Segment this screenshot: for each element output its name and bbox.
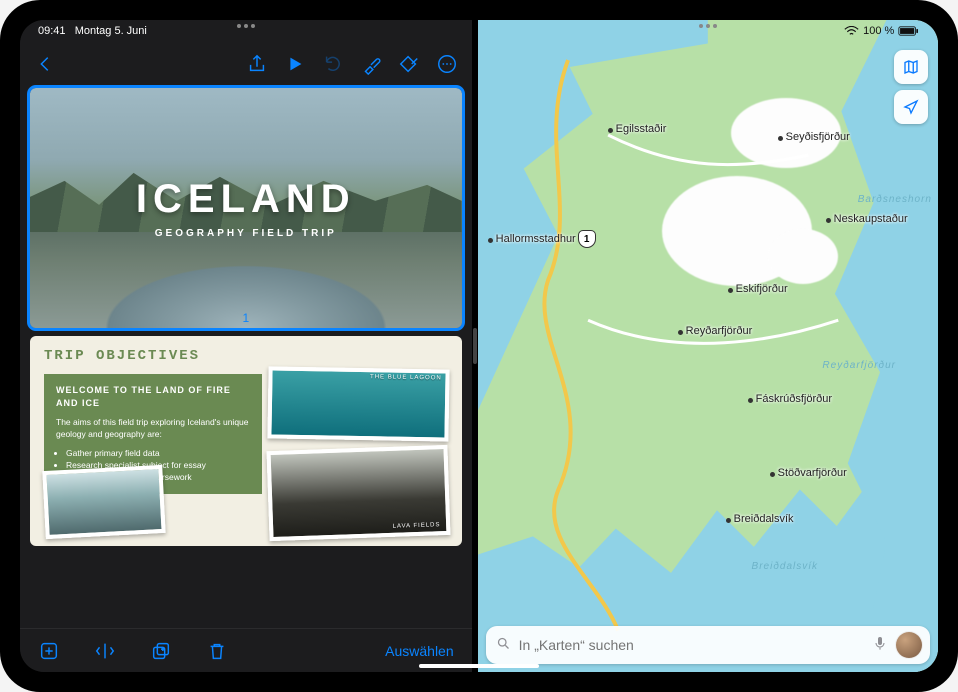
photo-blue-lagoon: THE BLUE LAGOON xyxy=(268,366,451,441)
dictate-icon[interactable] xyxy=(872,635,888,656)
slide1-subtitle: GEOGRAPHY FIELD TRIP xyxy=(155,228,337,239)
locate-me-button[interactable] xyxy=(894,90,928,124)
map-search-bar[interactable] xyxy=(486,626,930,664)
slide-2[interactable]: TRIP OBJECTIVES WELCOME TO THE LAND OF F… xyxy=(30,336,462,546)
keynote-toolbar xyxy=(20,44,472,84)
city-label[interactable] xyxy=(748,398,753,403)
city-label[interactable] xyxy=(770,472,775,477)
route-shield: 1 xyxy=(578,230,596,248)
multitask-pill-left[interactable] xyxy=(237,24,255,28)
slide2-welcome: WELCOME TO THE LAND OF FIRE AND ICE xyxy=(56,384,250,410)
select-button[interactable]: Auswählen xyxy=(385,643,454,659)
slide2-intro: The aims of this field trip exploring Ic… xyxy=(56,416,250,441)
play-icon[interactable] xyxy=(284,53,306,75)
slide1-number: 1 xyxy=(236,311,255,325)
slide-navigator[interactable]: ICELAND GEOGRAPHY FIELD TRIP 1 TRIP OBJE… xyxy=(20,84,472,628)
slide2-photos: THE BLUE LAGOON LAVA FIELDS xyxy=(268,368,449,538)
keynote-pane: ICELAND GEOGRAPHY FIELD TRIP 1 TRIP OBJE… xyxy=(20,20,472,672)
split-icon[interactable] xyxy=(94,640,116,662)
undo-icon[interactable] xyxy=(322,53,344,75)
add-slide-icon[interactable] xyxy=(38,640,60,662)
slide-1[interactable]: ICELAND GEOGRAPHY FIELD TRIP 1 xyxy=(30,88,462,328)
search-icon xyxy=(496,636,511,654)
more-icon[interactable] xyxy=(436,53,458,75)
city-label[interactable] xyxy=(726,518,731,523)
sea-label: Barðsneshorn xyxy=(858,194,932,205)
multitask-pill-right[interactable] xyxy=(699,24,717,28)
sea-label: Reyðarfjörður xyxy=(822,360,896,371)
profile-avatar[interactable] xyxy=(896,632,922,658)
delete-icon[interactable] xyxy=(206,640,228,662)
photo-geothermal xyxy=(42,465,165,539)
city-label[interactable] xyxy=(608,128,613,133)
animate-icon[interactable] xyxy=(398,53,420,75)
sea-label: Breiðdalsvík xyxy=(752,561,818,572)
city-label[interactable] xyxy=(826,218,831,223)
route-line xyxy=(478,20,938,672)
share-icon[interactable] xyxy=(246,53,268,75)
city-label[interactable] xyxy=(778,136,783,141)
city-label[interactable] xyxy=(728,288,733,293)
city-label[interactable] xyxy=(678,330,683,335)
maps-pane: 1 Barðsneshorn Reyðarfjörður Breiðdalsví… xyxy=(478,20,938,672)
city-label[interactable] xyxy=(488,238,493,243)
map-mode-button[interactable] xyxy=(894,50,928,84)
format-brush-icon[interactable] xyxy=(360,53,382,75)
photo-lava-fields: LAVA FIELDS xyxy=(267,445,451,541)
back-button[interactable] xyxy=(34,53,56,75)
keynote-bottom-toolbar: Auswählen xyxy=(20,628,472,672)
slide2-bullet: Gather primary field data xyxy=(66,447,250,459)
duplicate-icon[interactable] xyxy=(150,640,172,662)
slide2-heading: TRIP OBJECTIVES xyxy=(44,348,448,364)
map-canvas[interactable]: 1 Barðsneshorn Reyðarfjörður Breiðdalsví… xyxy=(478,20,938,672)
photo-caption: LAVA FIELDS xyxy=(393,522,441,530)
home-indicator[interactable] xyxy=(419,664,539,668)
map-search-input[interactable] xyxy=(519,637,864,653)
slide1-title: ICELAND xyxy=(136,177,356,222)
photo-caption: THE BLUE LAGOON xyxy=(370,374,442,381)
